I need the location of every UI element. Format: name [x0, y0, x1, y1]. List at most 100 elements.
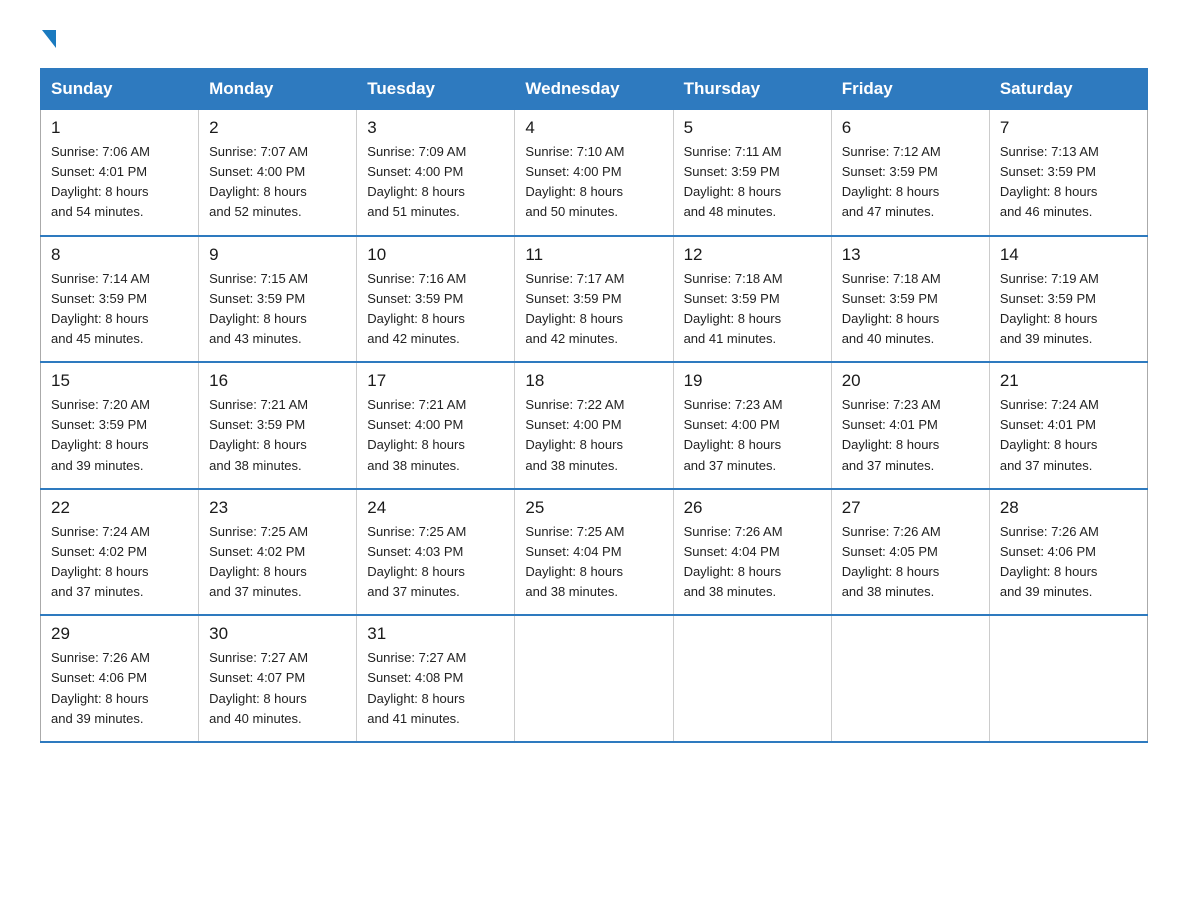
day-number: 17 — [367, 371, 504, 391]
day-number: 24 — [367, 498, 504, 518]
day-info: Sunrise: 7:25 AM Sunset: 4:02 PM Dayligh… — [209, 522, 346, 603]
day-cell: 16 Sunrise: 7:21 AM Sunset: 3:59 PM Dayl… — [199, 362, 357, 489]
day-number: 10 — [367, 245, 504, 265]
day-info: Sunrise: 7:19 AM Sunset: 3:59 PM Dayligh… — [1000, 269, 1137, 350]
header — [40, 30, 1148, 48]
day-info: Sunrise: 7:15 AM Sunset: 3:59 PM Dayligh… — [209, 269, 346, 350]
day-info: Sunrise: 7:23 AM Sunset: 4:01 PM Dayligh… — [842, 395, 979, 476]
day-number: 26 — [684, 498, 821, 518]
header-cell-saturday: Saturday — [989, 69, 1147, 110]
calendar-body: 1 Sunrise: 7:06 AM Sunset: 4:01 PM Dayli… — [41, 110, 1148, 742]
header-cell-wednesday: Wednesday — [515, 69, 673, 110]
day-cell: 22 Sunrise: 7:24 AM Sunset: 4:02 PM Dayl… — [41, 489, 199, 616]
day-info: Sunrise: 7:12 AM Sunset: 3:59 PM Dayligh… — [842, 142, 979, 223]
day-number: 16 — [209, 371, 346, 391]
day-number: 6 — [842, 118, 979, 138]
day-number: 1 — [51, 118, 188, 138]
day-number: 15 — [51, 371, 188, 391]
day-info: Sunrise: 7:07 AM Sunset: 4:00 PM Dayligh… — [209, 142, 346, 223]
day-info: Sunrise: 7:26 AM Sunset: 4:05 PM Dayligh… — [842, 522, 979, 603]
day-info: Sunrise: 7:11 AM Sunset: 3:59 PM Dayligh… — [684, 142, 821, 223]
day-number: 5 — [684, 118, 821, 138]
day-number: 31 — [367, 624, 504, 644]
calendar-header: SundayMondayTuesdayWednesdayThursdayFrid… — [41, 69, 1148, 110]
day-cell: 15 Sunrise: 7:20 AM Sunset: 3:59 PM Dayl… — [41, 362, 199, 489]
day-cell: 30 Sunrise: 7:27 AM Sunset: 4:07 PM Dayl… — [199, 615, 357, 742]
logo — [40, 30, 56, 48]
day-cell: 28 Sunrise: 7:26 AM Sunset: 4:06 PM Dayl… — [989, 489, 1147, 616]
day-cell: 8 Sunrise: 7:14 AM Sunset: 3:59 PM Dayli… — [41, 236, 199, 363]
day-number: 27 — [842, 498, 979, 518]
day-number: 28 — [1000, 498, 1137, 518]
day-cell: 1 Sunrise: 7:06 AM Sunset: 4:01 PM Dayli… — [41, 110, 199, 236]
day-number: 18 — [525, 371, 662, 391]
week-row-2: 8 Sunrise: 7:14 AM Sunset: 3:59 PM Dayli… — [41, 236, 1148, 363]
day-info: Sunrise: 7:23 AM Sunset: 4:00 PM Dayligh… — [684, 395, 821, 476]
day-cell: 5 Sunrise: 7:11 AM Sunset: 3:59 PM Dayli… — [673, 110, 831, 236]
day-info: Sunrise: 7:09 AM Sunset: 4:00 PM Dayligh… — [367, 142, 504, 223]
day-cell — [515, 615, 673, 742]
day-cell: 29 Sunrise: 7:26 AM Sunset: 4:06 PM Dayl… — [41, 615, 199, 742]
day-info: Sunrise: 7:06 AM Sunset: 4:01 PM Dayligh… — [51, 142, 188, 223]
day-cell: 17 Sunrise: 7:21 AM Sunset: 4:00 PM Dayl… — [357, 362, 515, 489]
header-cell-monday: Monday — [199, 69, 357, 110]
day-cell: 14 Sunrise: 7:19 AM Sunset: 3:59 PM Dayl… — [989, 236, 1147, 363]
day-number: 9 — [209, 245, 346, 265]
day-cell: 20 Sunrise: 7:23 AM Sunset: 4:01 PM Dayl… — [831, 362, 989, 489]
header-row: SundayMondayTuesdayWednesdayThursdayFrid… — [41, 69, 1148, 110]
day-info: Sunrise: 7:26 AM Sunset: 4:04 PM Dayligh… — [684, 522, 821, 603]
week-row-3: 15 Sunrise: 7:20 AM Sunset: 3:59 PM Dayl… — [41, 362, 1148, 489]
week-row-5: 29 Sunrise: 7:26 AM Sunset: 4:06 PM Dayl… — [41, 615, 1148, 742]
day-number: 25 — [525, 498, 662, 518]
day-cell: 23 Sunrise: 7:25 AM Sunset: 4:02 PM Dayl… — [199, 489, 357, 616]
day-cell: 11 Sunrise: 7:17 AM Sunset: 3:59 PM Dayl… — [515, 236, 673, 363]
day-number: 11 — [525, 245, 662, 265]
day-cell: 24 Sunrise: 7:25 AM Sunset: 4:03 PM Dayl… — [357, 489, 515, 616]
day-info: Sunrise: 7:26 AM Sunset: 4:06 PM Dayligh… — [1000, 522, 1137, 603]
day-cell: 2 Sunrise: 7:07 AM Sunset: 4:00 PM Dayli… — [199, 110, 357, 236]
day-cell — [989, 615, 1147, 742]
day-info: Sunrise: 7:16 AM Sunset: 3:59 PM Dayligh… — [367, 269, 504, 350]
week-row-1: 1 Sunrise: 7:06 AM Sunset: 4:01 PM Dayli… — [41, 110, 1148, 236]
day-info: Sunrise: 7:14 AM Sunset: 3:59 PM Dayligh… — [51, 269, 188, 350]
header-cell-sunday: Sunday — [41, 69, 199, 110]
day-info: Sunrise: 7:18 AM Sunset: 3:59 PM Dayligh… — [842, 269, 979, 350]
day-cell: 13 Sunrise: 7:18 AM Sunset: 3:59 PM Dayl… — [831, 236, 989, 363]
day-info: Sunrise: 7:17 AM Sunset: 3:59 PM Dayligh… — [525, 269, 662, 350]
day-cell: 26 Sunrise: 7:26 AM Sunset: 4:04 PM Dayl… — [673, 489, 831, 616]
day-cell: 12 Sunrise: 7:18 AM Sunset: 3:59 PM Dayl… — [673, 236, 831, 363]
day-info: Sunrise: 7:22 AM Sunset: 4:00 PM Dayligh… — [525, 395, 662, 476]
day-number: 30 — [209, 624, 346, 644]
day-info: Sunrise: 7:24 AM Sunset: 4:01 PM Dayligh… — [1000, 395, 1137, 476]
day-cell — [831, 615, 989, 742]
day-info: Sunrise: 7:24 AM Sunset: 4:02 PM Dayligh… — [51, 522, 188, 603]
day-info: Sunrise: 7:21 AM Sunset: 3:59 PM Dayligh… — [209, 395, 346, 476]
header-cell-friday: Friday — [831, 69, 989, 110]
day-number: 2 — [209, 118, 346, 138]
day-info: Sunrise: 7:27 AM Sunset: 4:07 PM Dayligh… — [209, 648, 346, 729]
header-cell-thursday: Thursday — [673, 69, 831, 110]
day-info: Sunrise: 7:25 AM Sunset: 4:03 PM Dayligh… — [367, 522, 504, 603]
day-cell: 10 Sunrise: 7:16 AM Sunset: 3:59 PM Dayl… — [357, 236, 515, 363]
day-info: Sunrise: 7:27 AM Sunset: 4:08 PM Dayligh… — [367, 648, 504, 729]
day-cell — [673, 615, 831, 742]
day-info: Sunrise: 7:18 AM Sunset: 3:59 PM Dayligh… — [684, 269, 821, 350]
day-cell: 27 Sunrise: 7:26 AM Sunset: 4:05 PM Dayl… — [831, 489, 989, 616]
day-cell: 3 Sunrise: 7:09 AM Sunset: 4:00 PM Dayli… — [357, 110, 515, 236]
day-number: 21 — [1000, 371, 1137, 391]
day-info: Sunrise: 7:26 AM Sunset: 4:06 PM Dayligh… — [51, 648, 188, 729]
logo-triangle-icon — [42, 30, 56, 48]
day-number: 22 — [51, 498, 188, 518]
day-number: 19 — [684, 371, 821, 391]
day-number: 8 — [51, 245, 188, 265]
day-info: Sunrise: 7:21 AM Sunset: 4:00 PM Dayligh… — [367, 395, 504, 476]
day-cell: 19 Sunrise: 7:23 AM Sunset: 4:00 PM Dayl… — [673, 362, 831, 489]
day-cell: 25 Sunrise: 7:25 AM Sunset: 4:04 PM Dayl… — [515, 489, 673, 616]
day-cell: 21 Sunrise: 7:24 AM Sunset: 4:01 PM Dayl… — [989, 362, 1147, 489]
header-cell-tuesday: Tuesday — [357, 69, 515, 110]
day-info: Sunrise: 7:13 AM Sunset: 3:59 PM Dayligh… — [1000, 142, 1137, 223]
day-number: 7 — [1000, 118, 1137, 138]
week-row-4: 22 Sunrise: 7:24 AM Sunset: 4:02 PM Dayl… — [41, 489, 1148, 616]
day-info: Sunrise: 7:10 AM Sunset: 4:00 PM Dayligh… — [525, 142, 662, 223]
day-info: Sunrise: 7:25 AM Sunset: 4:04 PM Dayligh… — [525, 522, 662, 603]
